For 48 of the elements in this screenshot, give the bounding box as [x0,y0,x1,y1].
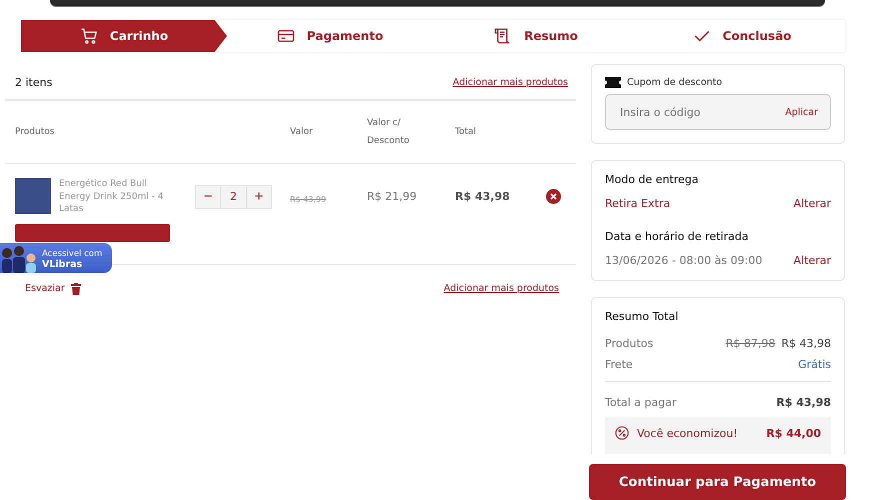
product-photo-placeholder [15,178,51,214]
widget-caption: Acessivel com [42,249,102,259]
products-old-price: R$ 87,98 [726,337,776,350]
percent-badge-icon [615,426,629,440]
apply-button[interactable]: Aplicar [785,106,818,118]
column-header: Total [455,127,478,137]
total-value: R$ 43,98 [776,396,831,409]
coupon-field[interactable]: Insira o código Aplicar [605,94,831,130]
shipping-label: Frete [605,358,633,371]
column-header: Valor [290,127,314,137]
step-tab[interactable]: Resumo [433,20,639,52]
product-name: Energético Red Bull Energy Drink 250ml - 4 Latas [59,178,164,216]
item-count: 2 itens [15,76,52,89]
credit-card-icon [276,27,295,45]
savings-label: Você economizou! [637,426,739,440]
products-price: R$ 43,98 [781,337,831,350]
continue-button[interactable]: Continuar para Pagamento [589,464,846,500]
coupon-title: Cupom de desconto [627,77,722,88]
pickup-date-title: Data e horário de retirada [605,230,750,243]
widget-title: VLibras [42,259,84,270]
column-header: Valor c/ Desconto [367,117,410,148]
column-header: Produtos [15,127,56,137]
ticket-icon [605,77,621,88]
receipt-icon [494,27,512,45]
summary-title: Resumo Total [605,310,680,323]
delivery-mode: Retira Extra [605,197,670,210]
change-link[interactable]: Alterar [794,254,831,267]
delivery-title: Modo de entrega [605,173,700,186]
step-tab[interactable]: Pagamento [227,20,433,52]
accessibility-widget[interactable]: Acessivel com VLibras [0,243,112,273]
change-link[interactable]: Alterar [794,197,831,210]
original-price: R$ 43,99 [290,195,326,204]
shipping-value: Grátis [798,358,831,371]
step-tab[interactable]: Carrinho [21,20,227,52]
people-silhouette-icon [0,245,38,273]
trash-icon [70,282,81,295]
products-label: Produtos [605,337,654,350]
savings-value: R$ 44,00 [766,426,821,440]
total-price: R$ 43,98 [455,190,511,204]
empty-cart-button[interactable]: Esvaziar [25,282,81,295]
add-products-link[interactable]: Adicionar mais produtos [444,283,559,294]
step-tab[interactable]: Conclusão [639,20,845,52]
cart-icon [80,27,98,45]
remove-icon[interactable] [546,189,561,204]
pickup-date: 13/06/2026 - 08:00 às 09:00 [605,254,762,267]
total-label: Total a pagar [605,396,676,409]
add-products-link[interactable]: Adicionar mais produtos [452,77,568,88]
discount-price: R$ 21,99 [367,190,418,204]
